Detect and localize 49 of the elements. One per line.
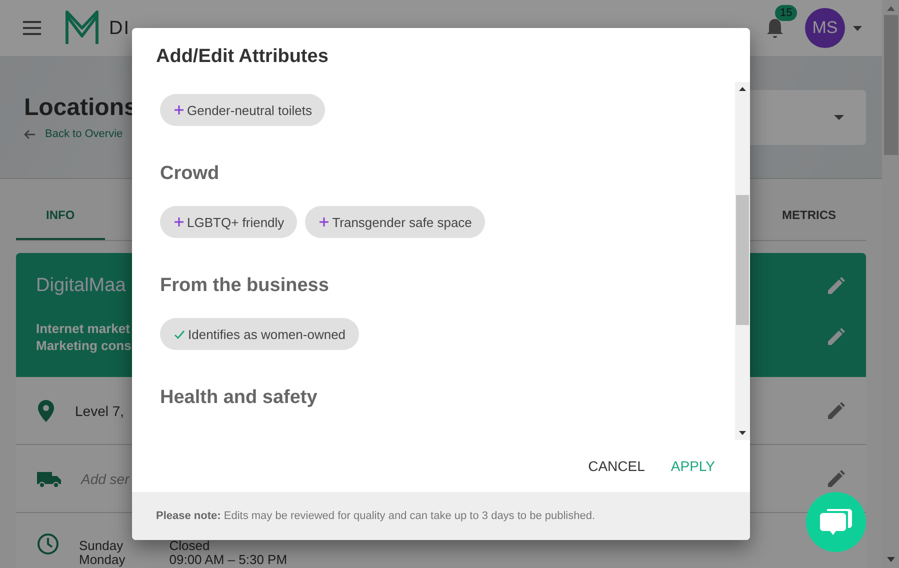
attribute-chip[interactable]: Identifies as women-owned: [160, 318, 359, 350]
scroll-up-icon[interactable]: [739, 87, 746, 91]
dialog-scrollbar[interactable]: [735, 82, 750, 440]
business-category: Marketing cons: [36, 338, 132, 353]
back-link[interactable]: Back to Overvie: [24, 128, 123, 140]
services-placeholder[interactable]: Add ser: [81, 470, 130, 486]
note-text: Please note: Edits may be reviewed for quality and can take up to 3 days to be published.: [156, 510, 596, 522]
plus-icon: [319, 217, 330, 227]
opening-hours: Closed: [169, 539, 211, 553]
tab[interactable]: INFO: [16, 191, 105, 240]
address-text: Level 7,: [75, 402, 124, 418]
business-category: Internet market: [36, 321, 131, 336]
back-arrow-icon: [24, 130, 35, 138]
plus-icon: [174, 217, 184, 227]
cancel-button[interactable]: CANCEL: [579, 452, 654, 480]
map-pin-icon: [37, 400, 55, 422]
user-avatar[interactable]: MS: [805, 8, 845, 48]
plus-icon: [174, 105, 184, 115]
scrollbar-thumb[interactable]: [736, 195, 749, 325]
chat-icon: [819, 507, 853, 537]
section-heading: Health and safety: [160, 387, 318, 409]
opening-hours: 09:00 AM – 5:30 PM: [169, 553, 288, 567]
weekday: Monday: [79, 553, 126, 567]
weekday: Sunday: [79, 539, 124, 553]
page-title: Locations: [24, 94, 138, 122]
business-name: DigitalMaa: [36, 275, 126, 297]
bell-icon[interactable]: [765, 17, 785, 39]
check-icon: [174, 330, 185, 338]
caret-icon: [834, 114, 844, 120]
attribute-chip[interactable]: LGBTQ+ friendly: [160, 206, 298, 238]
apply-button[interactable]: APPLY: [662, 452, 724, 480]
tab[interactable]: METRICS: [752, 191, 866, 240]
brand-name: DI: [109, 18, 130, 40]
scroll-down-icon[interactable]: [739, 431, 746, 435]
menu-icon[interactable]: [23, 21, 41, 35]
caret-icon[interactable]: [853, 26, 862, 30]
attribute-chip[interactable]: Gender-neutral toilets: [160, 94, 326, 126]
truck-icon: [37, 470, 61, 488]
attribute-chip[interactable]: Transgender safe space: [305, 206, 485, 238]
pencil-icon[interactable]: [826, 400, 846, 420]
section-heading: Crowd: [160, 163, 220, 185]
pencil-icon[interactable]: [826, 327, 846, 347]
clock-icon: [37, 533, 59, 555]
notification-count: 15: [775, 5, 798, 21]
section-heading: From the business: [160, 275, 330, 297]
pencil-icon[interactable]: [826, 276, 846, 296]
pencil-icon[interactable]: [826, 468, 846, 488]
dialog-title: Add/Edit Attributes: [155, 45, 330, 69]
scrollbar-thumb[interactable]: [884, 15, 898, 155]
